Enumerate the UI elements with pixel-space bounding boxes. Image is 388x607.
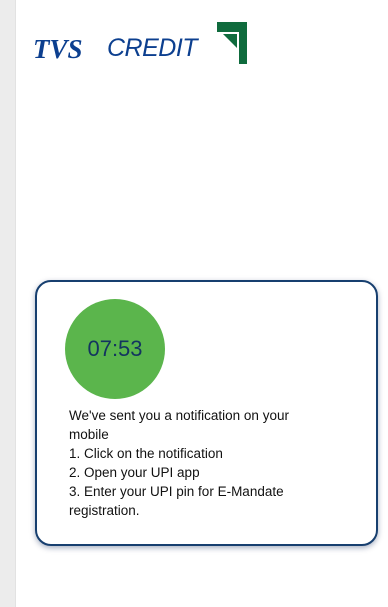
instructions-message: We've sent you a notification on your mo… (69, 406, 359, 520)
instruction-step-2: 2. Open your UPI app (69, 465, 200, 480)
timer-text: 07:53 (87, 336, 143, 361)
page: TVS CREDIT 07:53 We've sent you a notifi… (15, 0, 388, 607)
tvs-credit-logo: TVS CREDIT (33, 22, 247, 66)
message-line: We've sent you a notification on your (69, 408, 289, 423)
countdown-timer: 07:53 (65, 299, 165, 399)
mandate-status-card: 07:53 We've sent you a notification on y… (35, 280, 378, 546)
logo-credit-text: CREDIT (107, 34, 198, 62)
instruction-step-3: 3. Enter your UPI pin for E-Mandate (69, 484, 284, 499)
logo-tvs-text: TVS (33, 34, 83, 64)
instruction-step-1: 1. Click on the notification (69, 446, 223, 461)
message-line: registration. (69, 503, 140, 518)
message-line: mobile (69, 427, 109, 442)
logo-mark-icon (217, 22, 247, 64)
